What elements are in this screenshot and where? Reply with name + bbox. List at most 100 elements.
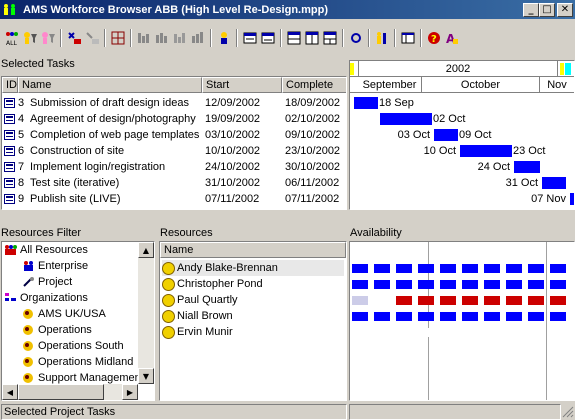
table-row[interactable]: 7 Implement login/registration 24/10/200… [2, 159, 346, 175]
availability-cell [484, 264, 500, 273]
refresh-icon[interactable] [347, 30, 364, 47]
gantt-bar[interactable] [542, 177, 566, 189]
gantt-start-label: 10 Oct [423, 145, 456, 157]
window-icon[interactable] [399, 30, 416, 47]
gantt-bar[interactable] [570, 193, 574, 205]
resource-icon[interactable] [215, 30, 232, 47]
split-icon[interactable] [109, 30, 126, 47]
tree-scrollbar[interactable]: ▲ ▼ [138, 242, 154, 384]
hscroll-thumb[interactable] [18, 384, 104, 400]
table-row[interactable]: 9 Publish site (LIVE) 07/11/2002 07/11/2… [2, 191, 346, 207]
level-icon[interactable] [135, 30, 152, 47]
help-icon[interactable]: ? [425, 30, 442, 47]
availability-cell [528, 312, 544, 321]
col-header-start[interactable]: Start [202, 77, 282, 93]
task-id: 7 [18, 161, 25, 173]
task-start: 31/10/2002 [205, 177, 261, 189]
availability-cell [484, 312, 500, 321]
task-name: Construction of site [30, 145, 125, 157]
gantt-bar[interactable] [460, 145, 512, 157]
scroll-up-button[interactable]: ▲ [138, 242, 154, 258]
level-all-icon[interactable] [153, 30, 170, 47]
gantt-start-label: 24 Oct [477, 161, 510, 173]
filter-icon[interactable] [21, 30, 38, 47]
availability-cell [484, 328, 500, 337]
info-icon[interactable] [373, 30, 390, 47]
task-start: 07/11/2002 [205, 193, 260, 205]
list-item[interactable]: Andy Blake-Brennan [162, 260, 344, 276]
sheet-2-icon[interactable] [259, 30, 276, 47]
availability-cell [418, 296, 434, 305]
list-item[interactable]: Christopher Pond [162, 276, 344, 292]
col-header-name[interactable]: Name [18, 77, 202, 93]
table-row[interactable]: 5 Completion of web page templates 03/10… [2, 127, 346, 143]
resource-person-icon [162, 277, 175, 291]
gantt-bar[interactable] [434, 129, 458, 141]
resources-filter-tree: All Resources Enterprise Project Organizati… [1, 241, 155, 401]
task-icon [4, 114, 15, 124]
table-row[interactable]: 4 Agreement of design/photography 19/09/… [2, 111, 346, 127]
scroll-down-button[interactable]: ▼ [138, 368, 154, 384]
all-resources-icon[interactable]: ALL [3, 30, 20, 47]
table-row[interactable]: 6 Construction of site 10/10/2002 23/10/… [2, 143, 346, 159]
close-button[interactable]: ✕ [557, 2, 573, 17]
tree-item[interactable]: Project [22, 274, 72, 290]
task-complete: 02/10/2002 [285, 113, 341, 125]
list-item[interactable]: Ervin Munir [162, 324, 344, 340]
col-header-resource-name[interactable]: Name [160, 242, 346, 258]
minimize-button[interactable]: _ [523, 2, 539, 17]
gantt-year-marker [565, 63, 571, 75]
tasks-table: ID Name Start Complete 3 Submission of d… [1, 76, 347, 210]
maximize-button[interactable]: □ [539, 2, 555, 17]
sheet-icon[interactable] [241, 30, 258, 47]
remove-task-icon[interactable] [83, 30, 100, 47]
list-item[interactable]: Niall Brown [162, 308, 344, 324]
toolbar-separator [130, 29, 132, 47]
tree-item[interactable]: AMS UK/USA [22, 306, 106, 322]
level-graph-icon[interactable] [189, 30, 206, 47]
col-header-complete[interactable]: Complete [282, 77, 346, 93]
about-icon[interactable]: A [443, 30, 460, 47]
list-item[interactable]: Paul Quartly [162, 292, 344, 308]
gantt-bar[interactable] [354, 97, 378, 109]
title-bar[interactable]: AMS Workforce Browser ABB (High Level Re… [0, 0, 575, 19]
scroll-right-button[interactable]: ▶ [122, 384, 138, 400]
gantt-month-row: September October Nov [350, 77, 574, 93]
col-header-id[interactable]: ID [2, 77, 18, 93]
tree-item[interactable]: Operations Midland [22, 354, 133, 370]
add-task-icon[interactable] [65, 30, 82, 47]
gantt-bar[interactable] [514, 161, 540, 173]
availability-cell [550, 312, 566, 321]
task-start: 19/09/2002 [205, 113, 261, 125]
layout-3-icon[interactable] [321, 30, 338, 47]
availability-cell [462, 296, 478, 305]
all-resources-icon [4, 244, 17, 256]
filter-clear-icon[interactable] [39, 30, 56, 47]
tree-hscrollbar[interactable]: ◀ ▶ [2, 384, 138, 400]
availability-cell [440, 296, 456, 305]
tree-item[interactable]: Organizations [4, 290, 88, 306]
task-id: 4 [18, 113, 25, 125]
gantt-bar[interactable] [380, 113, 432, 125]
availability-cell [440, 264, 456, 273]
resource-person-icon [162, 293, 175, 307]
tree-item[interactable]: Operations South [22, 338, 124, 354]
layout-1-icon[interactable] [285, 30, 302, 47]
task-id: 5 [18, 129, 25, 141]
availability-grid [349, 241, 575, 401]
level-clear-icon[interactable] [171, 30, 188, 47]
task-complete: 18/09/2002 [285, 97, 341, 109]
scroll-left-button[interactable]: ◀ [2, 384, 18, 400]
task-start: 10/10/2002 [205, 145, 261, 157]
tree-item[interactable]: All Resources [4, 242, 88, 258]
resize-grip[interactable] [562, 406, 574, 418]
gantt-start-label: 03 Oct [397, 129, 430, 141]
tree-item[interactable]: Operations [22, 322, 92, 338]
layout-2-icon[interactable] [303, 30, 320, 47]
availability-cell [440, 328, 456, 337]
tree-item-label: All Resources [20, 244, 88, 256]
table-row[interactable]: 8 Test site (iterative) 31/10/2002 06/11… [2, 175, 346, 191]
tree-item[interactable]: Enterprise [22, 258, 88, 274]
org-unit-icon [22, 356, 35, 368]
table-row[interactable]: 3 Submission of draft design ideas 12/09… [2, 95, 346, 111]
